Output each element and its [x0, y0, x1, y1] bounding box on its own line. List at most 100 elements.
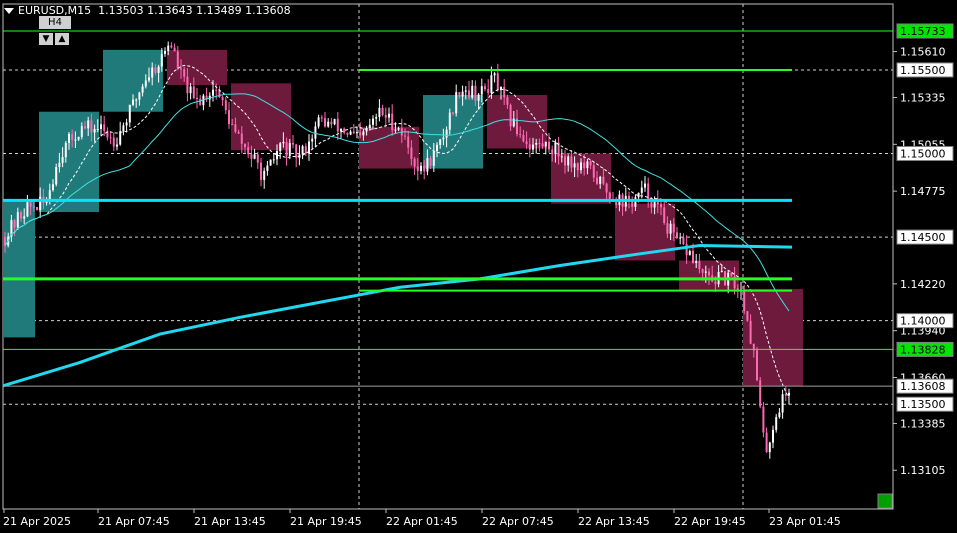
- candle-body: [260, 162, 262, 180]
- candle-body: [682, 237, 685, 245]
- candle-body: [781, 394, 784, 413]
- zone-box: [743, 288, 803, 386]
- candle-body: [426, 157, 429, 172]
- candle-body: [186, 76, 189, 94]
- candle-body: [100, 124, 102, 129]
- candle-body: [695, 261, 698, 264]
- candle-body: [74, 139, 77, 141]
- price-tick-label: 1.14775: [900, 185, 946, 198]
- candle-body: [573, 163, 576, 168]
- price-badge-label: 1.14000: [900, 315, 946, 328]
- candle-body: [522, 134, 525, 142]
- candle-body: [714, 281, 717, 285]
- candle-body: [772, 429, 774, 443]
- candle-body: [698, 261, 701, 270]
- candle-body: [240, 133, 243, 144]
- candle-body: [634, 197, 637, 207]
- candle-body: [96, 128, 99, 130]
- candle-body: [282, 142, 285, 144]
- candle-body: [391, 113, 394, 131]
- candle-body: [16, 212, 19, 228]
- candle-body: [266, 165, 269, 171]
- time-label: 22 Apr 13:45: [578, 515, 650, 528]
- candle-body: [746, 311, 749, 321]
- candle-body: [784, 394, 787, 396]
- candle-body: [564, 156, 566, 166]
- zone-box: [231, 83, 291, 151]
- candle-body: [23, 216, 26, 219]
- candle-body: [292, 143, 294, 145]
- price-chart[interactable]: 1.156101.153351.150551.147751.142201.139…: [0, 0, 957, 533]
- candle-body: [708, 271, 710, 276]
- candle-body: [397, 128, 400, 130]
- candle-body: [119, 131, 122, 145]
- time-label: 23 Apr 01:45: [769, 515, 841, 528]
- candle-body: [493, 73, 496, 76]
- timeframe-down-button[interactable]: ▼: [39, 33, 53, 45]
- candle-body: [157, 66, 160, 73]
- candle-body: [420, 165, 422, 172]
- candle-body: [36, 207, 38, 211]
- candle-body: [602, 176, 605, 184]
- timeframe-up-button[interactable]: ▲: [55, 33, 69, 45]
- candle-body: [631, 201, 634, 207]
- candle-body: [487, 89, 490, 94]
- candle-body: [599, 176, 602, 184]
- price-badge-label: 1.15500: [900, 64, 946, 77]
- time-label: 21 Apr 19:45: [290, 515, 362, 528]
- candle-body: [596, 177, 598, 184]
- zone-box: [167, 49, 227, 85]
- candle-body: [394, 129, 397, 131]
- candle-body: [32, 206, 35, 208]
- candle-body: [343, 128, 346, 133]
- candle-body: [276, 151, 278, 160]
- candle-body: [224, 100, 227, 111]
- candle-body: [144, 80, 147, 87]
- candle-body: [410, 147, 413, 159]
- candle-body: [586, 161, 589, 169]
- candle-body: [416, 166, 419, 172]
- candle-body: [314, 126, 317, 139]
- time-label: 22 Apr 01:45: [386, 515, 458, 528]
- candle-body: [189, 86, 192, 94]
- candle-body: [320, 117, 323, 119]
- candle-body: [570, 156, 573, 168]
- candle-body: [269, 159, 272, 166]
- candle-body: [311, 138, 314, 142]
- candle-body: [125, 122, 128, 126]
- candle-body: [503, 87, 506, 98]
- candle-body: [468, 90, 470, 98]
- candle-body: [442, 137, 445, 140]
- candle-body: [196, 98, 198, 100]
- candle-body: [122, 125, 125, 132]
- candle-body: [660, 204, 662, 208]
- candle-body: [669, 223, 672, 234]
- price-badge-label: 1.15733: [900, 25, 946, 38]
- candle-body: [228, 110, 230, 125]
- candle-body: [704, 271, 707, 273]
- candle-body: [215, 89, 218, 91]
- menu-triangle-icon[interactable]: [4, 8, 14, 14]
- candle-body: [560, 156, 563, 158]
- candle-body: [352, 131, 355, 134]
- timeframe-label[interactable]: H4: [39, 16, 71, 29]
- candle-body: [605, 183, 608, 193]
- candle-body: [55, 166, 58, 185]
- candle-body: [324, 118, 326, 127]
- candle-body: [775, 417, 778, 430]
- candle-body: [554, 142, 557, 154]
- candle-body: [77, 136, 80, 140]
- candle-body: [381, 107, 384, 116]
- candle-body: [525, 141, 528, 145]
- candle-body: [71, 133, 74, 140]
- candle-body: [471, 85, 474, 98]
- candle-body: [103, 124, 106, 131]
- candle-body: [592, 165, 595, 178]
- candle-body: [164, 50, 166, 54]
- candle-body: [445, 129, 448, 138]
- price-tick-label: 1.13105: [900, 464, 946, 477]
- candle-body: [576, 163, 579, 171]
- candle-body: [778, 412, 781, 418]
- candle-body: [765, 432, 768, 453]
- candle-body: [509, 104, 512, 127]
